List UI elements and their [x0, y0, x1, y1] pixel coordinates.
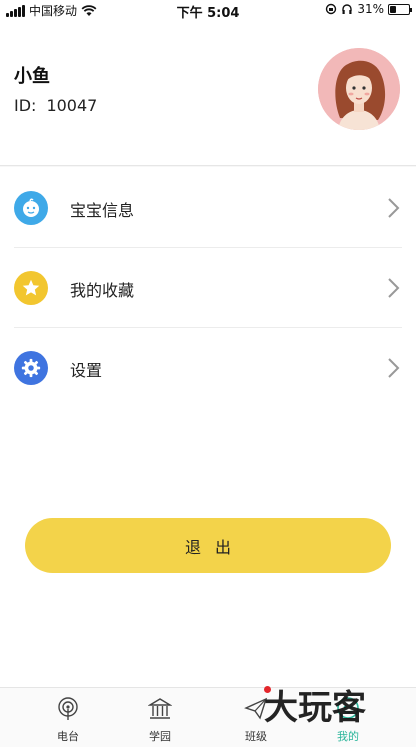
- menu-list: 宝宝信息 我的收藏 设置: [0, 167, 416, 407]
- tab-label: 电台: [57, 730, 79, 743]
- user-id: ID: 10047: [14, 96, 97, 115]
- tab-label: 我的: [337, 730, 359, 743]
- battery-icon: [388, 3, 412, 15]
- status-bar: 中国移动 下午 5:04 31%: [0, 0, 416, 21]
- watermark-dot: [264, 686, 271, 693]
- radio-icon: [58, 697, 78, 720]
- paper-plane-icon: [244, 697, 268, 720]
- battery-percent: 31%: [357, 2, 384, 16]
- menu-item-favorites[interactable]: 我的收藏: [0, 247, 416, 327]
- chevron-right-icon: [388, 198, 400, 218]
- avatar-illustration: [318, 48, 400, 130]
- menu-item-baby-info[interactable]: 宝宝信息: [0, 167, 416, 247]
- battery-level: [390, 5, 396, 13]
- tab-label: 班级: [245, 730, 267, 743]
- logout-button[interactable]: 退出: [25, 518, 391, 573]
- username: 小鱼: [14, 66, 50, 87]
- tab-school[interactable]: 学园: [108, 688, 212, 747]
- tab-label: 学园: [149, 730, 171, 743]
- star-icon: [14, 271, 48, 305]
- headphones-icon: [342, 4, 353, 14]
- status-right: 31%: [325, 2, 412, 16]
- menu-item-label: 我的收藏: [70, 281, 135, 300]
- chevron-right-icon: [388, 278, 400, 298]
- menu-item-label: 宝宝信息: [70, 201, 135, 220]
- school-icon: [148, 698, 172, 719]
- tab-bar: 电台 学园 班级 我的: [0, 687, 416, 747]
- profile-icon: [337, 697, 359, 719]
- profile-header: 小鱼 ID: 10047: [0, 20, 416, 166]
- tab-class[interactable]: 班级: [204, 688, 308, 747]
- tab-mine[interactable]: 我的: [296, 688, 400, 747]
- tab-radio[interactable]: 电台: [16, 688, 120, 747]
- id-value: 10047: [46, 96, 98, 115]
- menu-item-label: 设置: [70, 361, 103, 380]
- chevron-right-icon: [388, 358, 400, 378]
- menu-item-settings[interactable]: 设置: [0, 327, 416, 407]
- rotation-lock-icon: [326, 3, 337, 15]
- baby-face-icon: [14, 191, 48, 225]
- id-label: ID:: [14, 96, 37, 115]
- avatar[interactable]: [318, 48, 400, 130]
- gear-icon: [14, 351, 48, 385]
